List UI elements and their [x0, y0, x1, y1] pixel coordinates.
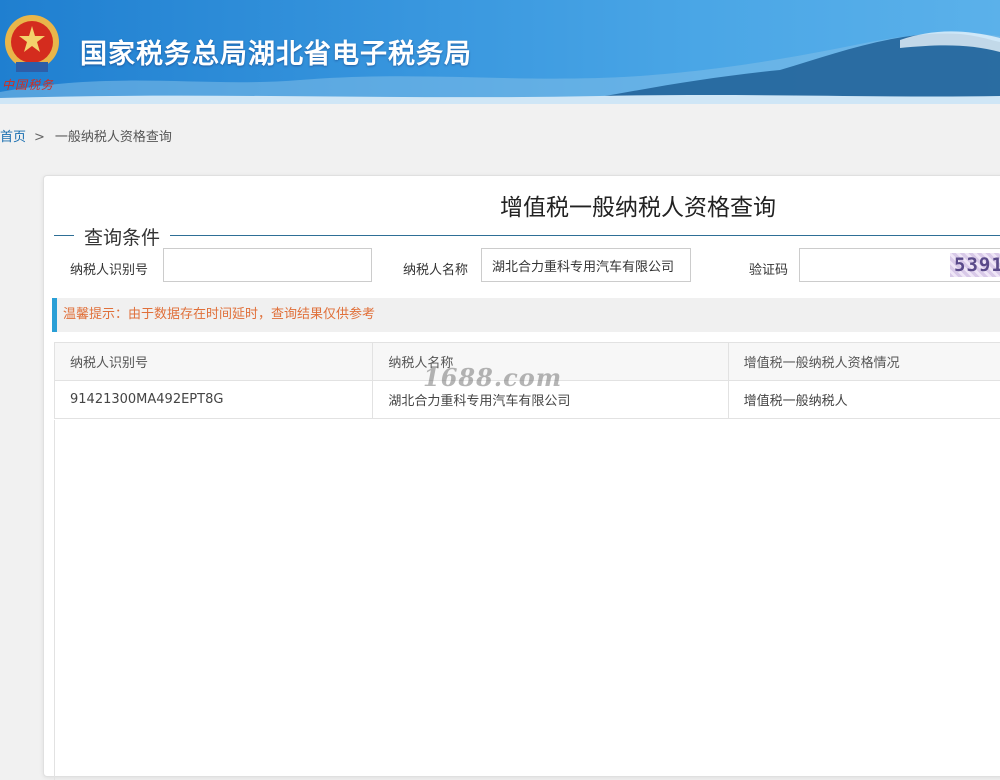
taxpayer-name-label: 纳税人名称	[403, 259, 468, 278]
section-divider	[54, 235, 1000, 236]
cell-qualification: 增值税一般纳税人	[728, 381, 1000, 419]
breadcrumb: 首页 > 一般纳税人资格查询	[0, 126, 172, 145]
breadcrumb-home-link[interactable]: 首页	[0, 130, 26, 145]
captcha-label: 验证码	[749, 259, 788, 278]
site-header-banner: 中国税务 国家税务总局湖北省电子税务局	[0, 0, 1000, 104]
notice-tip: 温馨提示：由于数据存在时间延时，查询结果仅供参考	[52, 298, 1000, 332]
taxpayer-name-input[interactable]	[481, 248, 691, 282]
captcha-image[interactable]: 5391	[950, 253, 1000, 277]
logo-script-text: 中国税务	[2, 76, 54, 93]
column-header-qualification: 增值税一般纳税人资格情况	[728, 343, 1000, 381]
site-title: 国家税务总局湖北省电子税务局	[80, 32, 472, 71]
breadcrumb-separator: >	[34, 130, 45, 145]
tax-emblem-icon	[2, 12, 62, 76]
page-title: 增值税一般纳税人资格查询	[500, 188, 776, 222]
watermark-text: 1688.com	[423, 363, 562, 392]
cell-taxpayer-id: 91421300MA492EPT8G	[55, 381, 373, 419]
taxpayer-id-label: 纳税人识别号	[70, 259, 148, 278]
section-title: 查询条件	[74, 223, 170, 250]
breadcrumb-current: 一般纳税人资格查询	[55, 130, 172, 145]
column-header-taxpayer-id: 纳税人识别号	[55, 343, 373, 381]
taxpayer-id-input[interactable]	[163, 248, 372, 282]
query-panel: 增值税一般纳税人资格查询 查询条件 纳税人识别号 纳税人名称 验证码 5391 …	[43, 175, 1000, 777]
results-empty-area	[54, 420, 1000, 780]
